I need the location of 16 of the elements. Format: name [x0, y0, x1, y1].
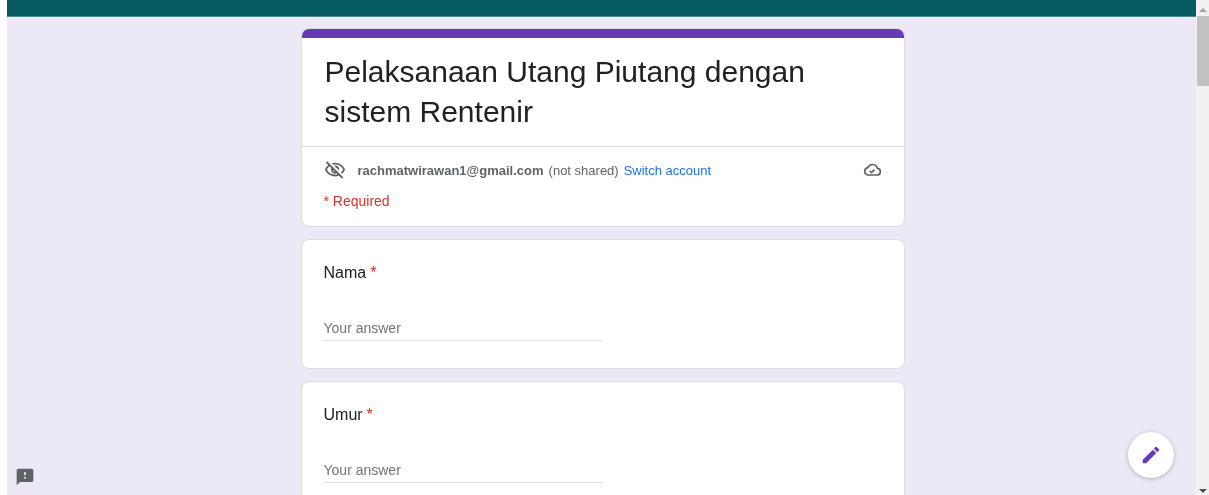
answer-field[interactable]: Your answer — [323, 458, 603, 483]
form-title: Pelaksanaan Utang Piutang dengan sistem Rentenir — [301, 38, 904, 147]
switch-account-link[interactable]: Switch account — [623, 162, 712, 178]
answer-field[interactable]: Your answer — [323, 316, 603, 341]
eye-off-icon — [323, 159, 346, 181]
question-label: Umur — [323, 406, 363, 424]
account-email: rachmatwirawan1@gmail.com — [357, 162, 544, 178]
report-icon[interactable] — [15, 467, 35, 487]
scrollbar[interactable] — [1196, 0, 1209, 495]
pencil-icon — [1140, 444, 1162, 466]
edit-button[interactable] — [1128, 432, 1174, 478]
question-label: Nama — [323, 264, 367, 282]
required-note: * Required — [322, 192, 391, 211]
required-mark: * — [366, 406, 373, 424]
sharing-note: (not shared) — [548, 162, 619, 178]
required-mark: * — [370, 264, 377, 282]
